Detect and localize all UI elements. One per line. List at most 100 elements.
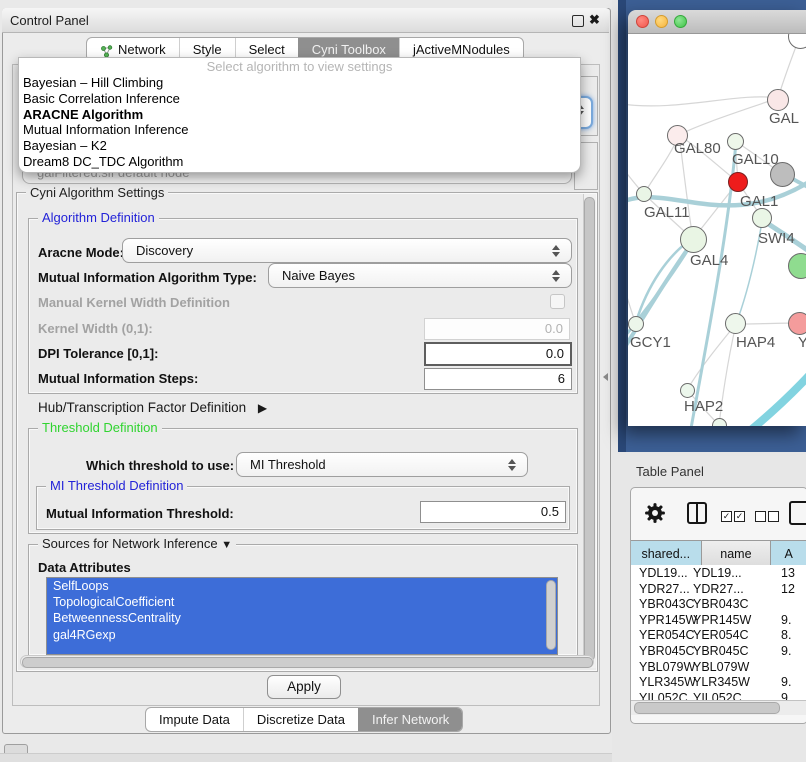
node-label: GCY1: [630, 334, 671, 351]
list-item[interactable]: TopologicalCoefficient: [47, 594, 557, 610]
desktop-edge-shading: [618, 0, 626, 452]
zoom-traffic-light-icon[interactable]: [674, 15, 687, 28]
network-node[interactable]: [767, 89, 789, 111]
mi-steps-label: Mutual Information Steps:: [38, 371, 198, 386]
table-row[interactable]: YBR045CYBR045C9.: [631, 643, 806, 659]
table-row[interactable]: YIL052CYIL052C9.: [631, 690, 806, 700]
table-row[interactable]: YER054CYER054C8.: [631, 627, 806, 643]
show-columns-icon[interactable]: ✓✓: [721, 508, 745, 526]
cyni-settings-title: Cyni Algorithm Settings: [26, 186, 168, 199]
kernel-width-field[interactable]: 0.0: [424, 318, 570, 340]
mi-type-combo[interactable]: Naive Bayes: [268, 263, 572, 288]
tab-infer-network[interactable]: Infer Network: [358, 708, 462, 731]
node-label: GAL11: [644, 204, 690, 221]
columns-icon[interactable]: [687, 502, 707, 524]
network-view-window[interactable]: GAL GAL80 GAL10 GAL1 GAL11 SWI4 GAL4 GCY…: [628, 10, 806, 426]
network-node[interactable]: [680, 226, 707, 253]
cyni-bottom-tabbar: Impute Data Discretize Data Infer Networ…: [145, 707, 463, 732]
screen: Control Panel ✖ Network Style Select Cyn…: [0, 0, 806, 762]
list-item[interactable]: BetweennessCentrality: [47, 610, 557, 626]
close-traffic-light-icon[interactable]: [636, 15, 649, 28]
table-row[interactable]: YBL079WYBL079W: [631, 659, 806, 675]
table-row[interactable]: YBR043CYBR043C: [631, 596, 806, 612]
table-header-row: shared... name A: [631, 540, 806, 567]
node-label: GAL4: [690, 252, 728, 269]
algorithm-option[interactable]: Basic Correlation Inference: [19, 91, 580, 107]
settings-vscrollbar-thumb[interactable]: [584, 197, 595, 661]
dropdown-placeholder: Select algorithm to view settings: [19, 58, 580, 75]
gear-icon[interactable]: [644, 502, 666, 529]
table-row[interactable]: YDL19...YDL19...13: [631, 565, 806, 581]
threshold-title: Threshold Definition: [38, 421, 162, 434]
dpi-tolerance-field[interactable]: 0.0: [424, 342, 572, 366]
settings-hscrollbar-thumb[interactable]: [22, 657, 593, 668]
algorithm-option[interactable]: Bayesian – Hill Climbing: [19, 75, 580, 91]
hub-definition-label: Hub/Transcription Factor Definition: [38, 400, 246, 415]
node-label: GAL: [769, 110, 799, 127]
network-node[interactable]: [727, 133, 744, 150]
hide-columns-icon[interactable]: [755, 508, 779, 526]
mi-steps-field[interactable]: 6: [424, 368, 572, 390]
algorithm-option[interactable]: Bayesian – K2: [19, 138, 580, 154]
network-node[interactable]: [636, 186, 652, 202]
list-vscrollbar-thumb[interactable]: [546, 580, 556, 650]
network-node[interactable]: [680, 383, 695, 398]
algorithm-option[interactable]: Mutual Information Inference: [19, 122, 580, 138]
manual-kernel-checkbox[interactable]: [550, 294, 565, 309]
list-item[interactable]: SelfLoops: [47, 578, 557, 594]
table-row[interactable]: YLR345WYLR345W9.: [631, 674, 806, 690]
node-label: GAL10: [732, 151, 779, 168]
mi-threshold-field[interactable]: 0.5: [420, 501, 566, 523]
aracne-mode-label: Aracne Mode:: [38, 245, 124, 260]
algorithm-dropdown-list: Select algorithm to view settings Bayesi…: [18, 57, 581, 173]
manual-kernel-label: Manual Kernel Width Definition: [38, 295, 230, 310]
data-attributes-label: Data Attributes: [38, 560, 131, 575]
node-label: HAP4: [736, 334, 775, 351]
minimize-traffic-light-icon[interactable]: [655, 15, 668, 28]
which-threshold-combo[interactable]: MI Threshold: [236, 452, 528, 477]
tab-discretize-data[interactable]: Discretize Data: [243, 708, 358, 731]
float-window-icon[interactable]: [572, 15, 584, 27]
column-header[interactable]: A: [771, 541, 806, 566]
network-node[interactable]: [752, 208, 772, 228]
column-header[interactable]: name: [702, 541, 772, 566]
list-item[interactable]: [47, 643, 557, 655]
algorithm-option-selected[interactable]: ARACNE Algorithm: [19, 107, 580, 123]
node-label: Y: [798, 334, 806, 351]
algorithm-definition-title: Algorithm Definition: [38, 211, 159, 224]
kernel-width-label: Kernel Width (0,1):: [38, 321, 153, 336]
list-item[interactable]: gal4RGexp: [47, 627, 557, 643]
network-node[interactable]: [788, 312, 806, 335]
table-row[interactable]: YDR27...YDR27...12: [631, 581, 806, 597]
network-node[interactable]: [628, 316, 644, 332]
close-icon[interactable]: ✖: [589, 12, 600, 28]
node-label: SWI4: [758, 230, 795, 247]
network-canvas[interactable]: GAL GAL80 GAL10 GAL1 GAL11 SWI4 GAL4 GCY…: [628, 34, 806, 426]
apply-button[interactable]: Apply: [267, 675, 341, 699]
mi-type-label: Mutual Information Algorithm Type:: [38, 270, 257, 285]
data-attributes-list[interactable]: SelfLoops TopologicalCoefficient Between…: [46, 577, 558, 655]
which-threshold-value: MI Threshold: [250, 457, 326, 472]
table-hscrollbar-thumb[interactable]: [634, 702, 780, 714]
which-threshold-label: Which threshold to use:: [86, 458, 234, 473]
network-node-selected[interactable]: [728, 172, 748, 192]
control-panel-title: Control Panel: [10, 13, 89, 28]
aracne-mode-combo[interactable]: Discovery: [122, 238, 572, 263]
sources-toggle[interactable]: Sources for Network Inference ▼: [38, 537, 236, 552]
control-panel-titlebar[interactable]: [2, 8, 609, 33]
network-icon: [100, 43, 113, 56]
mi-threshold-label: Mutual Information Threshold:: [46, 506, 234, 521]
algorithm-option[interactable]: Dream8 DC_TDC Algorithm: [19, 154, 580, 170]
tab-impute-data[interactable]: Impute Data: [146, 708, 243, 731]
table-panel-title: Table Panel: [636, 464, 704, 479]
table-row[interactable]: YPR145WYPR145W9.: [631, 612, 806, 628]
network-node[interactable]: [725, 313, 746, 334]
expanded-arrow-icon: ▼: [221, 539, 232, 551]
splitter-arrow-icon[interactable]: [603, 373, 608, 381]
column-header[interactable]: shared...: [631, 541, 702, 566]
collapsed-arrow-icon: ▶: [258, 401, 267, 415]
hub-definition-toggle[interactable]: Hub/Transcription Factor Definition ▶: [38, 400, 267, 415]
network-window-titlebar[interactable]: [628, 10, 806, 34]
export-table-icon[interactable]: [789, 501, 806, 525]
network-node[interactable]: [712, 418, 727, 426]
